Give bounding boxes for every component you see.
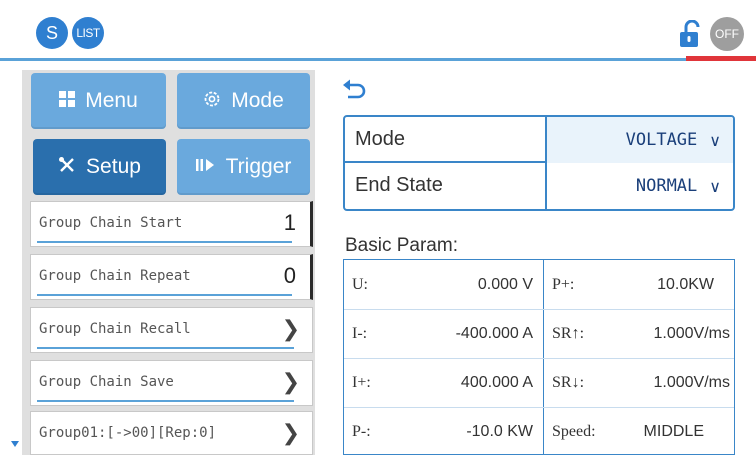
grid-icon [59, 91, 76, 111]
list-item-value: 1 [283, 210, 296, 235]
menu-button[interactable]: Menu [31, 73, 166, 129]
param-key: P-: [352, 423, 371, 440]
off-badge-label: OFF [715, 27, 739, 41]
mode-select-value: VOLTAGE [625, 130, 698, 150]
chevron-down-icon: ∨ [709, 176, 721, 196]
list-item-label: Group01:[->00][Rep:0] [39, 425, 217, 441]
param-cell-sr-down[interactable]: SR↓: 1.000V/ms [544, 358, 734, 407]
back-arrow-icon[interactable] [342, 78, 368, 100]
field-underline [37, 400, 294, 402]
group-chain-recall-item[interactable]: Group Chain Recall ❯ [30, 307, 313, 353]
top-divider-red-accent [686, 56, 756, 61]
param-key: SR↓: [552, 374, 585, 391]
mode-button[interactable]: Mode [177, 73, 310, 129]
s-badge-label: S [45, 22, 58, 43]
param-value: 10.0KW [657, 276, 714, 293]
top-divider [0, 58, 756, 61]
list-item-label: Group Chain Save [39, 374, 174, 390]
end-state-select[interactable]: NORMAL ∨ [545, 163, 733, 209]
list-item-label: Group Chain Start [39, 215, 183, 231]
mode-button-label: Mode [231, 89, 284, 112]
param-key: I-: [352, 325, 368, 342]
param-key: SR↑: [552, 325, 585, 342]
chevron-right-icon: ❯ [281, 370, 300, 395]
param-value: MIDDLE [643, 423, 704, 440]
chevron-right-icon: ❯ [281, 421, 300, 446]
basic-param-grid: U: 0.000 V I-: -400.000 A I+: 400.000 A … [343, 259, 735, 455]
param-key: U: [352, 276, 368, 293]
param-cell-p-plus[interactable]: P+: 10.0KW [544, 260, 734, 309]
setup-button-label: Setup [86, 155, 141, 178]
param-cell-i-minus[interactable]: I-: -400.000 A [344, 309, 543, 358]
s-badge-button[interactable]: S [36, 17, 68, 49]
chevron-right-icon: ❯ [281, 317, 300, 342]
basic-param-title: Basic Param: [345, 235, 458, 256]
param-key: P+: [552, 276, 575, 293]
end-state-select-value: NORMAL [635, 176, 698, 196]
list-badge-button[interactable]: LIST [72, 17, 104, 49]
unlocked-padlock-icon[interactable] [678, 20, 704, 48]
group-chain-save-item[interactable]: Group Chain Save ❯ [30, 360, 313, 406]
group-chain-repeat-field[interactable]: Group Chain Repeat 0 [30, 254, 313, 300]
group01-item[interactable]: Group01:[->00][Rep:0] ❯ [30, 411, 313, 455]
list-item-label: Group Chain Recall [39, 321, 191, 337]
group-chain-start-field[interactable]: Group Chain Start 1 [30, 201, 313, 247]
param-cell-u[interactable]: U: 0.000 V [344, 260, 543, 309]
param-value: -400.000 A [455, 325, 533, 342]
param-value: 400.000 A [460, 374, 533, 391]
top-bar: S LIST OFF [0, 0, 756, 60]
output-off-button[interactable]: OFF [710, 17, 744, 51]
trigger-button-label: Trigger [225, 155, 292, 178]
setup-button[interactable]: Setup [33, 139, 166, 195]
tools-icon [58, 156, 76, 178]
trigger-icon [195, 157, 216, 177]
param-cell-i-plus[interactable]: I+: 400.000 A [344, 358, 543, 407]
param-value: 1.000V/ms [653, 374, 730, 391]
param-value: -10.0 KW [466, 423, 533, 440]
param-cell-p-minus[interactable]: P-: -10.0 KW [344, 407, 543, 455]
param-value: 1.000V/ms [653, 325, 730, 342]
scroll-indicator [11, 441, 19, 447]
trigger-button[interactable]: Trigger [177, 139, 310, 195]
list-item-value: 0 [283, 263, 296, 288]
mode-select[interactable]: VOLTAGE ∨ [545, 117, 733, 163]
mode-row: Mode VOLTAGE ∨ [345, 117, 733, 163]
end-state-row: End State NORMAL ∨ [345, 163, 733, 209]
field-underline [37, 294, 292, 296]
param-key: I+: [352, 374, 371, 391]
param-cell-speed[interactable]: Speed: MIDDLE [544, 407, 734, 455]
param-value: 0.000 V [477, 276, 533, 293]
chevron-down-icon: ∨ [709, 130, 721, 150]
end-state-label: End State [355, 174, 443, 196]
field-underline [37, 241, 292, 243]
mode-label: Mode [355, 128, 406, 150]
field-underline [37, 347, 294, 349]
param-key: Speed: [552, 423, 596, 440]
param-cell-sr-up[interactable]: SR↑: 1.000V/ms [544, 309, 734, 358]
mode-settings-box: Mode VOLTAGE ∨ End State NORMAL ∨ [343, 115, 735, 211]
list-item-label: Group Chain Repeat [39, 268, 191, 284]
list-badge-label: LIST [76, 26, 100, 40]
menu-button-label: Menu [85, 89, 138, 112]
gear-icon [203, 90, 221, 112]
